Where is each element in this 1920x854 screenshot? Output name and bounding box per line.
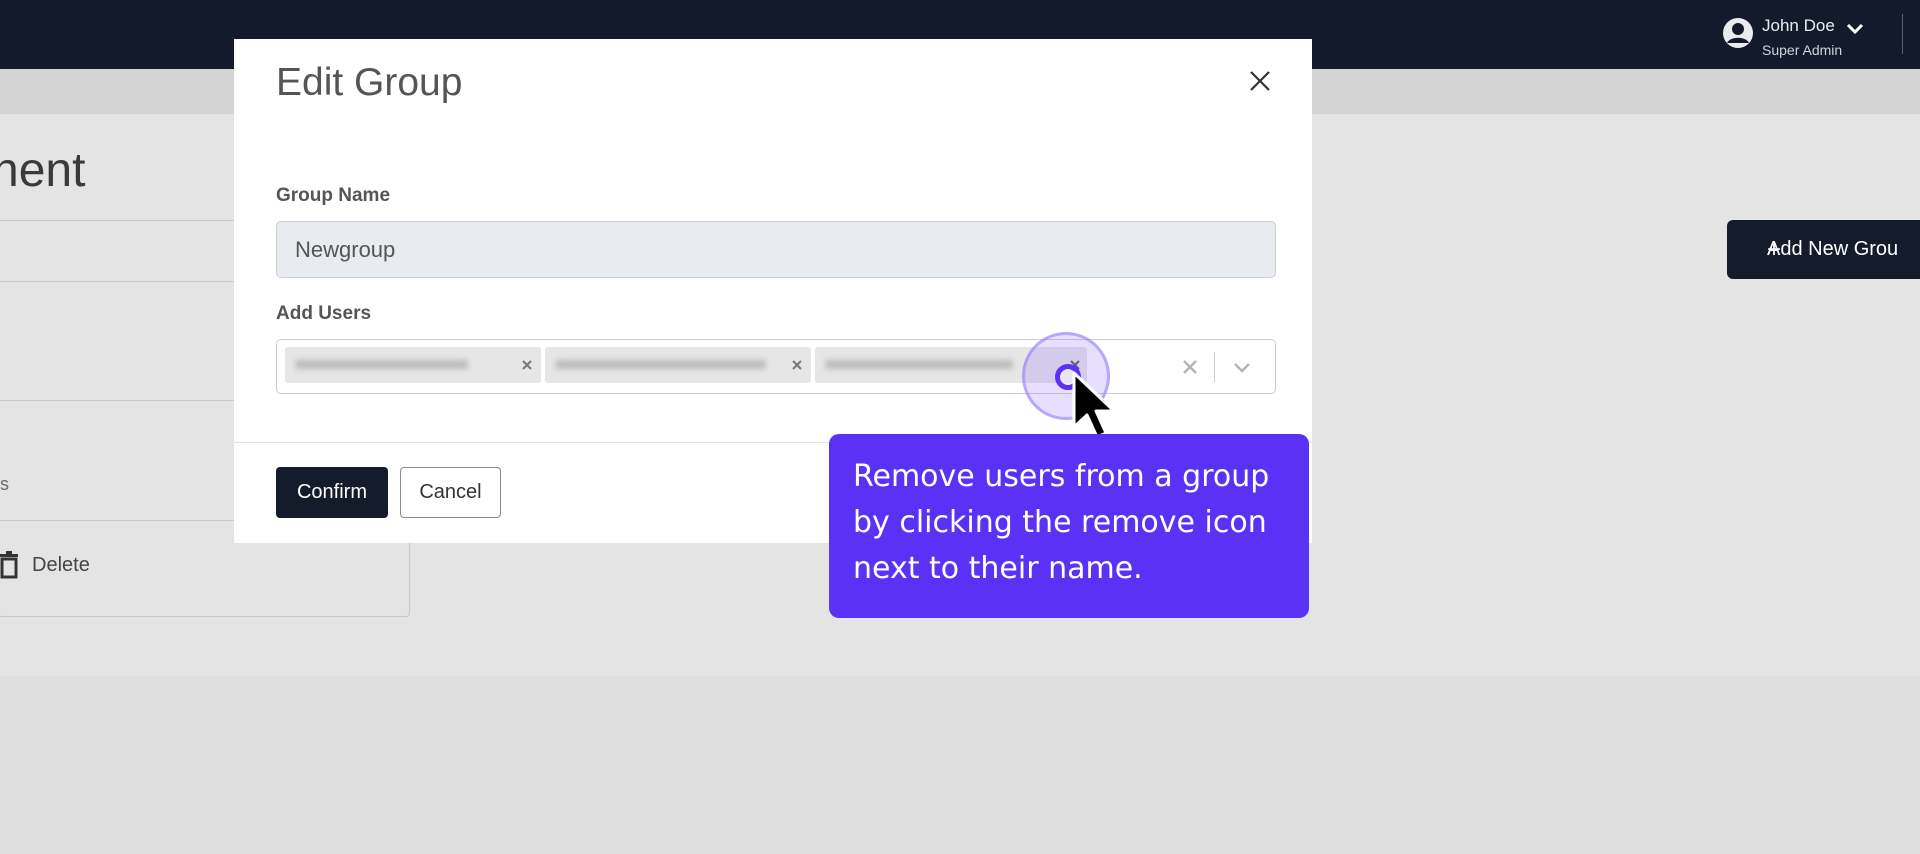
group-name-label: Group Name <box>276 185 391 206</box>
add-new-group-label: Add New Grou <box>1767 238 1899 260</box>
tooltip-line: next to their name. <box>853 551 1143 586</box>
cancel-button[interactable]: Cancel <box>400 467 501 518</box>
confirm-button[interactable]: Confirm <box>276 467 388 518</box>
tooltip-line: by clicking the remove icon <box>853 505 1267 540</box>
divider <box>0 400 240 401</box>
user-menu[interactable]: John Doe Super Admin <box>1722 14 1872 60</box>
remove-user-icon[interactable] <box>519 357 535 373</box>
user-role: Super Admin <box>1762 42 1843 58</box>
tooltip-line: Remove users from a group <box>853 459 1270 494</box>
navbar-divider <box>1902 14 1903 54</box>
user-chip-label: xxxxxxxxxxxxxxxxxxxxxxxxxxxx <box>555 354 766 373</box>
modal-title: Edit Group <box>276 61 463 104</box>
user-circle-icon <box>1723 18 1753 48</box>
close-icon[interactable] <box>1248 69 1272 93</box>
chevron-down-icon[interactable] <box>1232 357 1252 377</box>
delete-button[interactable]: Delete <box>32 554 90 577</box>
list-item-text: s <box>0 474 9 494</box>
select-separator <box>1214 352 1215 382</box>
page-title: nent <box>0 144 86 197</box>
trash-icon[interactable] <box>0 551 20 579</box>
mouse-pointer-icon <box>1072 371 1116 439</box>
user-chip-label: xxxxxxxxxxxxxxxxxxxxxxx <box>295 354 468 373</box>
guide-tooltip: Remove users from a group by clicking th… <box>829 434 1309 618</box>
user-name: John Doe <box>1762 16 1835 35</box>
remove-user-icon[interactable] <box>789 357 805 373</box>
clear-selection-icon[interactable] <box>1180 357 1200 377</box>
add-new-group-button[interactable]: + Add New Grou <box>1727 220 1920 279</box>
divider <box>0 281 240 282</box>
user-chip: xxxxxxxxxxxxxxxxxxxxxxx <box>285 347 541 383</box>
user-chip-label: xxxxxxxxxxxxxxxxxxxxxxxxx <box>825 354 1013 373</box>
group-name-input[interactable] <box>276 221 1276 278</box>
divider <box>0 220 240 221</box>
chevron-down-icon[interactable] <box>1846 20 1864 38</box>
user-chip: xxxxxxxxxxxxxxxxxxxxxxxxxxxx <box>545 347 811 383</box>
add-users-select[interactable]: xxxxxxxxxxxxxxxxxxxxxxx xxxxxxxxxxxxxxxx… <box>276 339 1276 394</box>
add-users-label: Add Users <box>276 303 372 324</box>
